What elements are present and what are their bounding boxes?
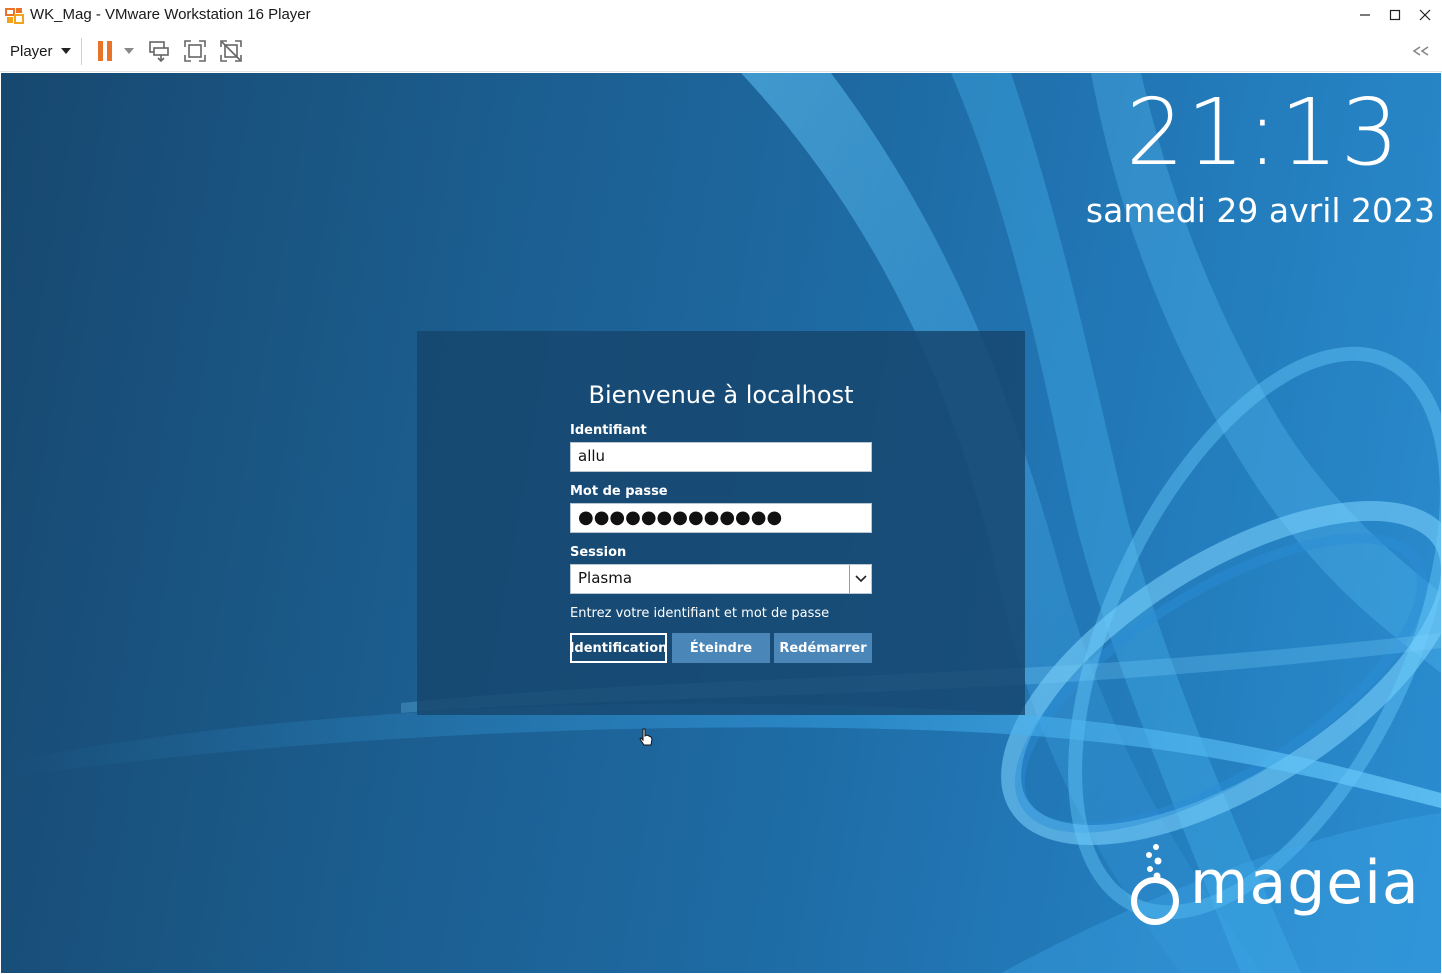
username-value: allu [578, 447, 606, 465]
fullscreen-button[interactable] [182, 37, 208, 65]
hand-cursor-icon [639, 728, 653, 746]
maximize-icon [1389, 9, 1401, 21]
player-toolbar: Player [0, 31, 1442, 72]
send-ctrl-alt-del-icon [149, 41, 169, 63]
chevron-down-icon [60, 48, 71, 54]
login-hint: Entrez votre identifiant et mot de passe [570, 606, 830, 621]
close-button[interactable] [1410, 0, 1440, 30]
fullscreen-icon [184, 40, 206, 62]
password-value: ●●●●●●●●●●●●● [578, 507, 783, 528]
player-menu-button[interactable]: Player [4, 37, 77, 65]
collapse-toolbar-button[interactable] [1410, 41, 1432, 61]
pause-button[interactable] [95, 37, 115, 65]
window-titlebar: WK_Mag - VMware Workstation 16 Player [0, 0, 1442, 31]
username-label: Identifiant [570, 423, 647, 438]
reboot-button[interactable]: Redémarrer [774, 633, 872, 663]
minimize-button[interactable] [1350, 0, 1380, 30]
minimize-icon [1360, 14, 1370, 16]
password-label: Mot de passe [570, 484, 668, 499]
shutdown-button[interactable]: Éteindre [672, 633, 770, 663]
mageia-cauldron-icon [1131, 844, 1179, 925]
vmware-app-icon [5, 6, 25, 26]
window-title: WK_Mag - VMware Workstation 16 Player [30, 6, 311, 23]
close-icon [1419, 9, 1431, 21]
collapse-icon [1412, 46, 1429, 56]
unity-icon [220, 40, 242, 62]
unity-button[interactable] [218, 37, 244, 65]
chevron-down-icon [124, 48, 134, 54]
welcome-title: Bienvenue à localhost [588, 381, 854, 409]
mageia-wordmark: mageia [1190, 848, 1420, 918]
password-field[interactable]: ●●●●●●●●●●●●● [570, 503, 872, 533]
clock: 21:13 [1125, 79, 1401, 186]
guest-display[interactable]: 21:13 samedi 29 avril 2023 Bienvenue à l… [1, 73, 1441, 973]
maximize-button[interactable] [1380, 0, 1410, 30]
pause-icon [98, 41, 112, 61]
session-select[interactable]: Plasma [570, 564, 872, 594]
login-panel: Bienvenue à localhost Identifiant allu M… [417, 331, 1025, 715]
session-dropdown-button[interactable] [849, 565, 871, 593]
pause-dropdown-button[interactable] [122, 37, 136, 65]
mageia-logo: mageia [1128, 843, 1420, 938]
session-label: Session [570, 545, 627, 560]
date: samedi 29 avril 2023 [1085, 191, 1435, 230]
session-value: Plasma [578, 569, 633, 587]
player-menu-label: Player [10, 42, 53, 60]
chevron-down-icon [854, 575, 867, 583]
toolbar-separator [81, 38, 82, 65]
send-ctrl-alt-del-button[interactable] [146, 37, 172, 65]
login-button[interactable]: Identification [570, 633, 667, 663]
username-field[interactable]: allu [570, 442, 872, 472]
